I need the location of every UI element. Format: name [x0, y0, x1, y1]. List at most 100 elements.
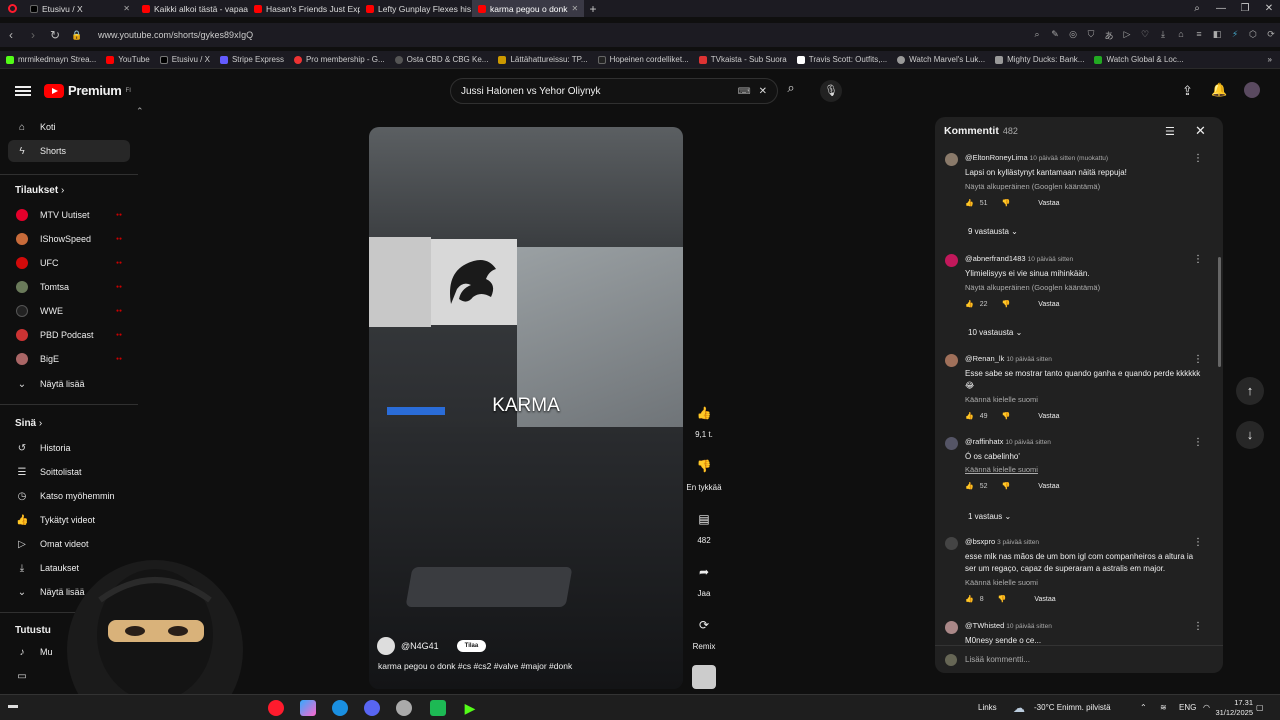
sidebar-item-shorts[interactable]: ϟ Shorts: [8, 140, 130, 162]
maximize-button[interactable]: ❐: [1233, 0, 1257, 17]
app-icon[interactable]: [396, 700, 412, 716]
close-icon[interactable]: ✕: [1195, 123, 1206, 139]
video-title[interactable]: karma pegou o donk #cs #cs2 #valve #majo…: [378, 661, 572, 671]
shield-icon[interactable]: ⛉: [1082, 29, 1100, 42]
reply-button[interactable]: Vastaa: [1034, 596, 1055, 603]
clock[interactable]: 17.31 31/12/2025: [1213, 698, 1253, 718]
url-field[interactable]: www.youtube.com/shorts/gykes89xIgQ: [98, 30, 253, 40]
notification-center-icon[interactable]: ▢: [1256, 703, 1264, 712]
browser-tab[interactable]: Kaikki alkoi tästä - vapaa: [136, 0, 248, 17]
avatar[interactable]: [945, 621, 958, 634]
replies-toggle[interactable]: 10 vastausta ⌄: [968, 328, 1022, 337]
scrollbar[interactable]: [1218, 257, 1221, 367]
minimize-button[interactable]: —: [1209, 0, 1233, 17]
comment-author[interactable]: @abnerfrand1483: [965, 254, 1026, 263]
you-heading[interactable]: Sinä ›: [15, 418, 42, 429]
sidebar-item-channel[interactable]: Tomtsa ●●: [8, 276, 130, 298]
thumbs-down-icon[interactable]: 👎: [1002, 199, 1011, 207]
search-tabs-icon[interactable]: ⌕: [1185, 0, 1209, 17]
add-comment-input[interactable]: Lisää kommentti...: [935, 645, 1223, 673]
browser-tab[interactable]: Etusivu / X ✕: [24, 0, 136, 17]
sidebar-item-channel[interactable]: WWE ●●: [8, 300, 130, 322]
kick-icon[interactable]: ▶: [462, 700, 478, 716]
avatar[interactable]: [945, 537, 958, 550]
extension-icon[interactable]: ⚡: [1226, 29, 1244, 42]
thumbs-up-icon[interactable]: 👍: [965, 300, 974, 308]
notifications-icon[interactable]: 🔔: [1211, 82, 1227, 98]
reply-button[interactable]: Vastaa: [1038, 301, 1059, 308]
comment-author[interactable]: @raffinhatx: [965, 437, 1003, 446]
like-button[interactable]: 👍 9,1 t.: [684, 402, 724, 439]
app-icon[interactable]: [430, 700, 446, 716]
translate-link[interactable]: Käännä kielelle suomi: [965, 578, 1038, 587]
reply-button[interactable]: Vastaa: [1038, 483, 1059, 490]
bookmark[interactable]: Lättähattureissu: TP...: [498, 55, 588, 64]
browser-tab-active[interactable]: karma pegou o donk ✕: [472, 0, 584, 17]
thumbs-up-icon[interactable]: 👍: [965, 595, 974, 603]
translate-icon[interactable]: あ: [1100, 29, 1118, 42]
mic-icon[interactable]: 🎙: [820, 80, 842, 102]
sound-thumbnail[interactable]: [692, 665, 716, 689]
weather-text[interactable]: -30°C Enimm. pilvistä: [1034, 703, 1111, 712]
thumbs-down-icon[interactable]: 👎: [1002, 300, 1011, 308]
bookmark[interactable]: Watch Marvel's Luk...: [897, 55, 985, 64]
replies-toggle[interactable]: 1 vastaus ⌄: [968, 512, 1011, 521]
keyboard-icon[interactable]: ⌨: [738, 86, 751, 97]
more-icon[interactable]: ⋮: [1193, 153, 1203, 164]
task-view-icon[interactable]: ▬: [8, 700, 24, 716]
bookmark[interactable]: Pro membership - G...: [293, 55, 385, 64]
cart-icon[interactable]: ⌂: [1172, 29, 1190, 42]
bookmark[interactable]: Etusivu / X: [159, 55, 210, 64]
share-button[interactable]: ➦ Jaa: [684, 561, 724, 598]
remix-button[interactable]: ⟳ Remix: [684, 614, 724, 651]
comment-author[interactable]: @EltonRoneyLima: [965, 153, 1028, 162]
lens-icon[interactable]: ⌕: [1028, 29, 1046, 42]
sidebar-item-home[interactable]: ⌂ Koti: [8, 116, 130, 138]
avatar[interactable]: [1244, 82, 1260, 98]
sidebar-item-channel[interactable]: BigE ●●: [8, 348, 130, 370]
sidebar-item-channel[interactable]: MTV Uutiset ●●: [8, 204, 130, 226]
channel-name[interactable]: @N4G41: [401, 641, 439, 651]
heart-icon[interactable]: ♡: [1136, 29, 1154, 42]
sidebar-item-history[interactable]: ↺ Historia: [8, 437, 130, 459]
more-bookmarks-icon[interactable]: »: [1268, 55, 1272, 64]
opera-menu-icon[interactable]: [0, 0, 24, 17]
translate-link[interactable]: Näytä alkuperäinen (Googlen kääntämä): [965, 283, 1100, 292]
more-icon[interactable]: ⋮: [1193, 354, 1203, 365]
opera-icon[interactable]: [268, 700, 284, 716]
translate-link[interactable]: Käännä kielelle suomi: [965, 395, 1038, 404]
dislike-button[interactable]: 👎 En tykkää: [684, 455, 724, 492]
comment-author[interactable]: @bsxpro: [965, 537, 995, 546]
show-more-button[interactable]: ⌄ Näytä lisää: [8, 373, 130, 395]
previous-short-button[interactable]: ↑: [1236, 377, 1264, 405]
clear-search-icon[interactable]: ✕: [759, 86, 767, 97]
avatar[interactable]: [945, 437, 958, 450]
youtube-premium-logo[interactable]: Premium FI: [44, 83, 131, 98]
close-window-button[interactable]: ✕: [1257, 0, 1280, 17]
comment-author[interactable]: @Renan_lk: [965, 354, 1004, 363]
sidebar-item-channel[interactable]: UFC ●●: [8, 252, 130, 274]
cube-icon[interactable]: ⬡: [1244, 29, 1262, 42]
more-icon[interactable]: ⋮: [1193, 621, 1203, 632]
edge-icon[interactable]: [332, 700, 348, 716]
edit-icon[interactable]: ✎: [1046, 29, 1064, 42]
sidebar-item-playlists[interactable]: ☰ Soittolistat: [8, 461, 130, 483]
menu-icon[interactable]: ≡: [1190, 29, 1208, 42]
discord-icon[interactable]: [364, 700, 380, 716]
links-label[interactable]: Links: [978, 703, 997, 712]
camera-icon[interactable]: ◎: [1064, 29, 1082, 42]
more-icon[interactable]: ⋮: [1193, 437, 1203, 448]
hamburger-menu-icon[interactable]: [15, 84, 31, 98]
thumbs-down-icon[interactable]: 👎: [1002, 482, 1011, 490]
language-indicator[interactable]: ENG: [1179, 703, 1196, 712]
avatar[interactable]: [945, 254, 958, 267]
comment-author[interactable]: @TWhisted: [965, 621, 1004, 630]
replies-toggle[interactable]: 9 vastausta ⌄: [968, 227, 1018, 236]
avatar[interactable]: [945, 153, 958, 166]
bookmark[interactable]: Stripe Express: [219, 55, 284, 64]
bookmark[interactable]: Osta CBD & CBG Ke...: [394, 55, 488, 64]
sidebar-item-channel[interactable]: IShowSpeed ●●: [8, 228, 130, 250]
new-tab-button[interactable]: +: [584, 2, 602, 16]
reload-icon[interactable]: ↻: [44, 28, 66, 42]
sort-icon[interactable]: ☰: [1165, 125, 1175, 138]
